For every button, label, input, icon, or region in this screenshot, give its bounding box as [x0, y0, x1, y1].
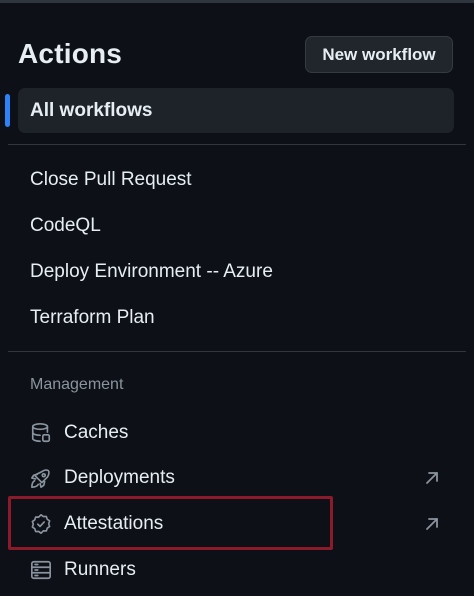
external-link-icon — [426, 472, 438, 484]
management-item-label: Caches — [64, 422, 129, 443]
workflow-item-codeql[interactable]: CodeQL — [18, 206, 454, 246]
workflow-label: Close Pull Request — [30, 169, 192, 190]
management-item-runners[interactable]: Runners — [18, 550, 454, 590]
management-item-label: Attestations — [64, 513, 164, 534]
page-title: Actions — [18, 38, 123, 69]
workflow-item-close-pull-request[interactable]: Close Pull Request — [18, 160, 454, 200]
management-item-label: Runners — [64, 559, 136, 580]
rocket-icon — [29, 466, 53, 490]
divider — [8, 351, 466, 352]
management-item-label: Deployments — [64, 467, 175, 488]
management-item-caches[interactable]: Caches — [18, 413, 454, 453]
management-item-attestations[interactable]: Attestations — [18, 504, 454, 544]
new-workflow-button[interactable]: New workflow — [305, 36, 453, 73]
database-icon — [29, 421, 53, 445]
management-item-deployments[interactable]: Deployments — [18, 458, 454, 498]
verified-icon — [29, 512, 53, 536]
divider — [8, 144, 466, 145]
workflow-label: Terraform Plan — [30, 307, 155, 328]
external-link-icon — [426, 518, 438, 530]
workflow-item-deploy-environment-azure[interactable]: Deploy Environment -- Azure — [18, 252, 454, 292]
workflow-label: CodeQL — [30, 215, 101, 236]
workflow-label: Deploy Environment -- Azure — [30, 261, 273, 282]
workflow-item-terraform-plan[interactable]: Terraform Plan — [18, 298, 454, 338]
top-border — [0, 0, 474, 3]
sidebar-item-all-workflows[interactable]: All workflows — [18, 88, 454, 133]
sidebar-item-label: All workflows — [30, 99, 153, 121]
actions-header: Actions New workflow — [0, 30, 474, 80]
active-indicator — [5, 94, 10, 127]
management-heading: Management — [30, 376, 124, 393]
server-icon — [29, 558, 53, 582]
